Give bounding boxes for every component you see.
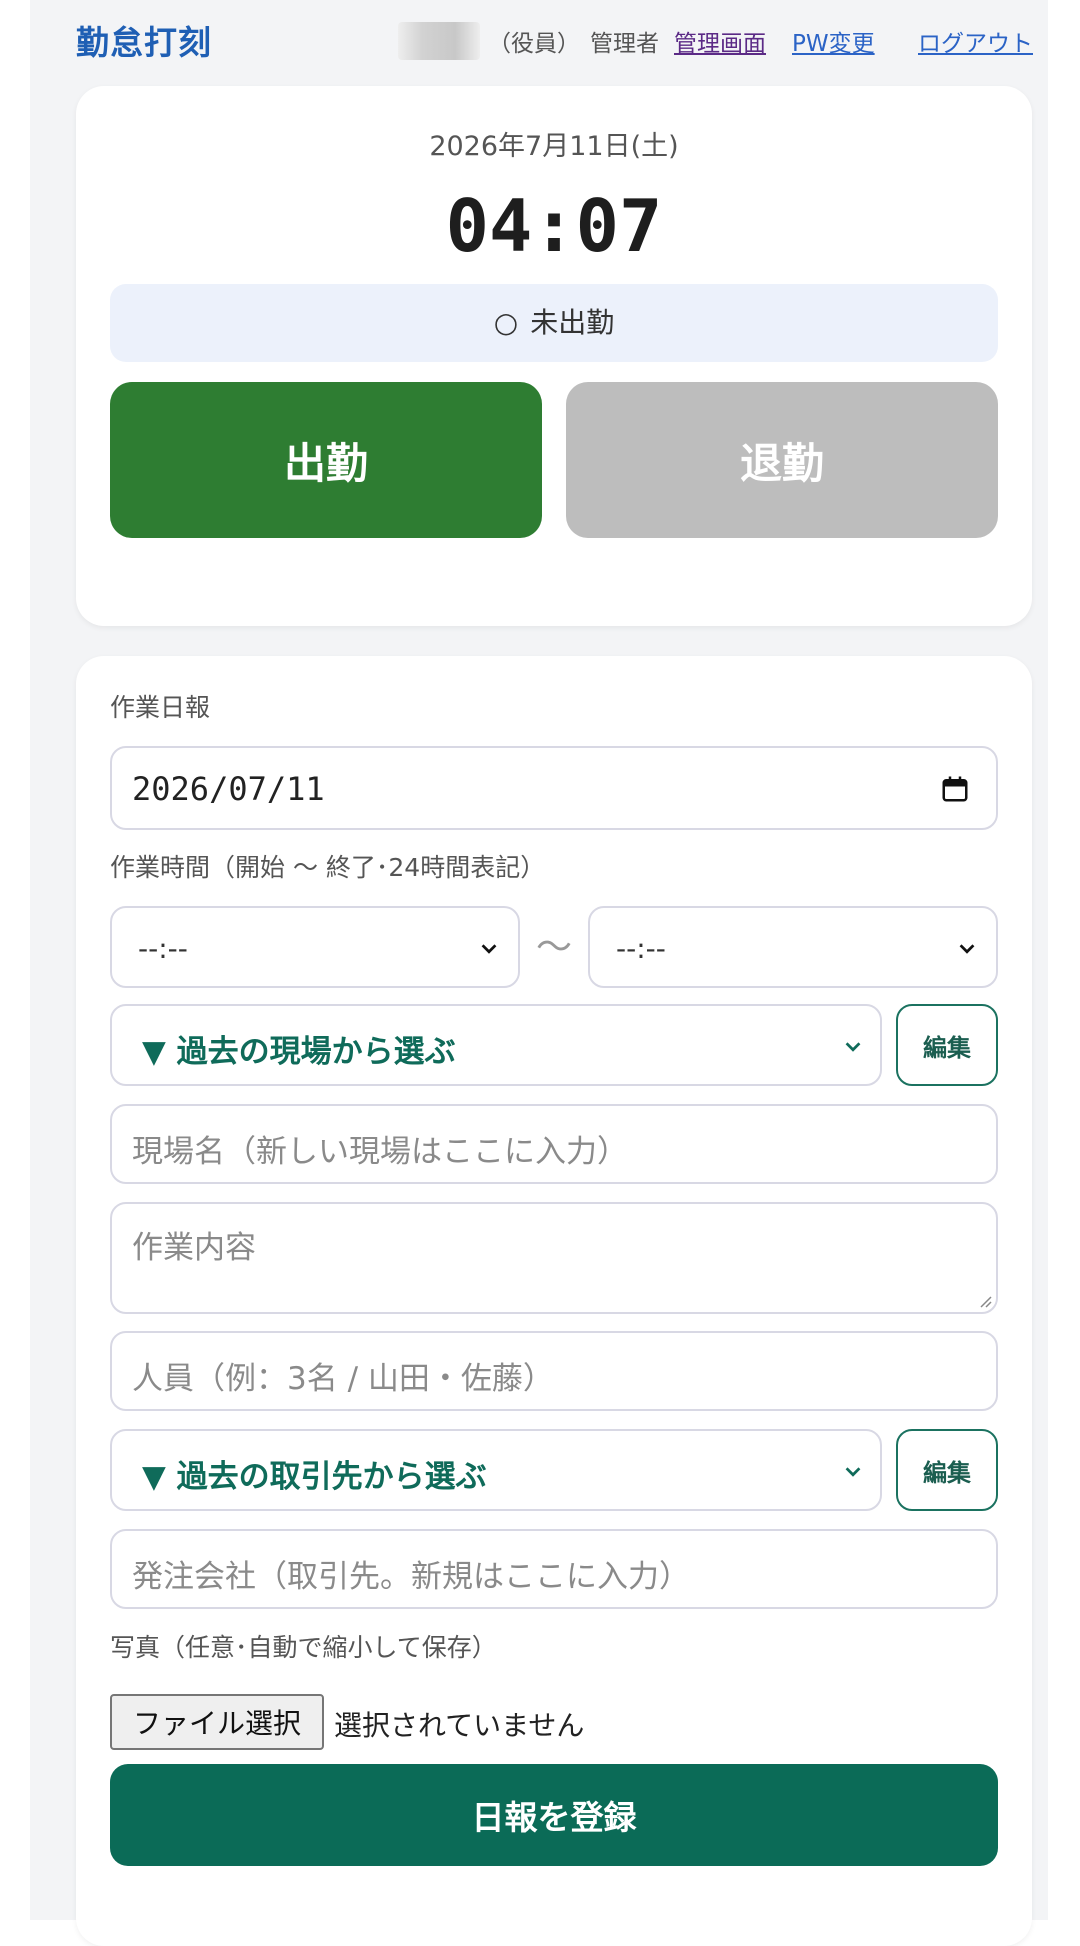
chevron-down-icon	[845, 1467, 861, 1477]
chevron-down-icon	[959, 944, 975, 954]
start-time-value: --:--	[138, 932, 188, 965]
chevron-down-icon	[845, 1042, 861, 1052]
time-separator: 〜	[535, 927, 572, 968]
site-name-input[interactable]: 現場名（新しい現場はここに入力）	[110, 1104, 998, 1184]
edit-sites-button[interactable]: 編集	[896, 1004, 998, 1086]
calendar-icon[interactable]	[940, 774, 970, 804]
report-section-label: 作業日報	[110, 693, 211, 722]
end-time-value: --:--	[616, 932, 666, 965]
current-time: 04:07	[445, 184, 663, 268]
attendance-status: ○ 未出勤	[110, 284, 998, 362]
report-date-input[interactable]: 2026/07/11	[110, 746, 998, 830]
photo-file-input: ファイル選択 選択されていません	[110, 1694, 998, 1750]
password-change-link[interactable]: PW変更	[792, 24, 875, 58]
clock-in-button[interactable]: 出勤	[110, 382, 542, 538]
past-client-select[interactable]: ▼ 過去の取引先から選ぶ	[110, 1429, 882, 1511]
past-site-select-label: ▼ 過去の現場から選ぶ	[142, 1034, 456, 1070]
photo-label: 写真（任意･自動で縮小して保存）	[110, 1633, 497, 1662]
page: 勤怠打刻 （役員） 管理者 管理画面 PW変更 ログアウト 2026年7月11日…	[30, 0, 1048, 1946]
clock-out-button[interactable]: 退勤	[566, 382, 998, 538]
ordering-company-placeholder: 発注会社（取引先。新規はここに入力）	[132, 1559, 690, 1595]
work-time-label: 作業時間（開始 〜 終了･24時間表記）	[110, 853, 546, 882]
work-content-placeholder: 作業内容	[132, 1230, 256, 1266]
admin-link[interactable]: 管理画面	[674, 24, 766, 58]
edit-clients-button[interactable]: 編集	[896, 1429, 998, 1511]
daily-report-card: 作業日報 2026/07/11 作業時間（開始 〜 終了･24時間表記） --:…	[76, 656, 1032, 1946]
header: 勤怠打刻 （役員） 管理者 管理画面 PW変更 ログアウト	[30, 0, 1048, 76]
start-time-select[interactable]: --:--	[110, 906, 520, 988]
status-text: 未出勤	[530, 306, 615, 339]
people-placeholder: 人員（例：3名 / 山田・佐藤）	[132, 1361, 554, 1397]
user-role: （役員）	[488, 31, 580, 57]
file-status-text: 選択されていません	[334, 1709, 585, 1742]
admin-label: 管理者	[590, 31, 659, 57]
logout-link[interactable]: ログアウト	[918, 24, 1033, 58]
ordering-company-input[interactable]: 発注会社（取引先。新規はここに入力）	[110, 1529, 998, 1609]
status-circle-icon: ○	[493, 306, 519, 339]
submit-report-button[interactable]: 日報を登録	[110, 1764, 998, 1866]
current-date: 2026年7月11日(土)	[429, 131, 679, 162]
past-client-select-label: ▼ 過去の取引先から選ぶ	[142, 1459, 487, 1495]
report-date-value: 2026/07/11	[132, 770, 325, 808]
app-title: 勤怠打刻	[76, 23, 212, 62]
chevron-down-icon	[481, 944, 497, 954]
people-input[interactable]: 人員（例：3名 / 山田・佐藤）	[110, 1331, 998, 1411]
site-name-placeholder: 現場名（新しい現場はここに入力）	[132, 1134, 628, 1170]
choose-file-button[interactable]: ファイル選択	[110, 1694, 324, 1750]
past-site-select[interactable]: ▼ 過去の現場から選ぶ	[110, 1004, 882, 1086]
end-time-select[interactable]: --:--	[588, 906, 998, 988]
clock-card: 2026年7月11日(土) 04:07 ○ 未出勤 出勤 退勤	[76, 86, 1032, 626]
user-name-redacted	[398, 22, 480, 60]
resize-grip-icon[interactable]	[978, 1294, 992, 1308]
work-content-textarea[interactable]: 作業内容	[110, 1202, 998, 1314]
